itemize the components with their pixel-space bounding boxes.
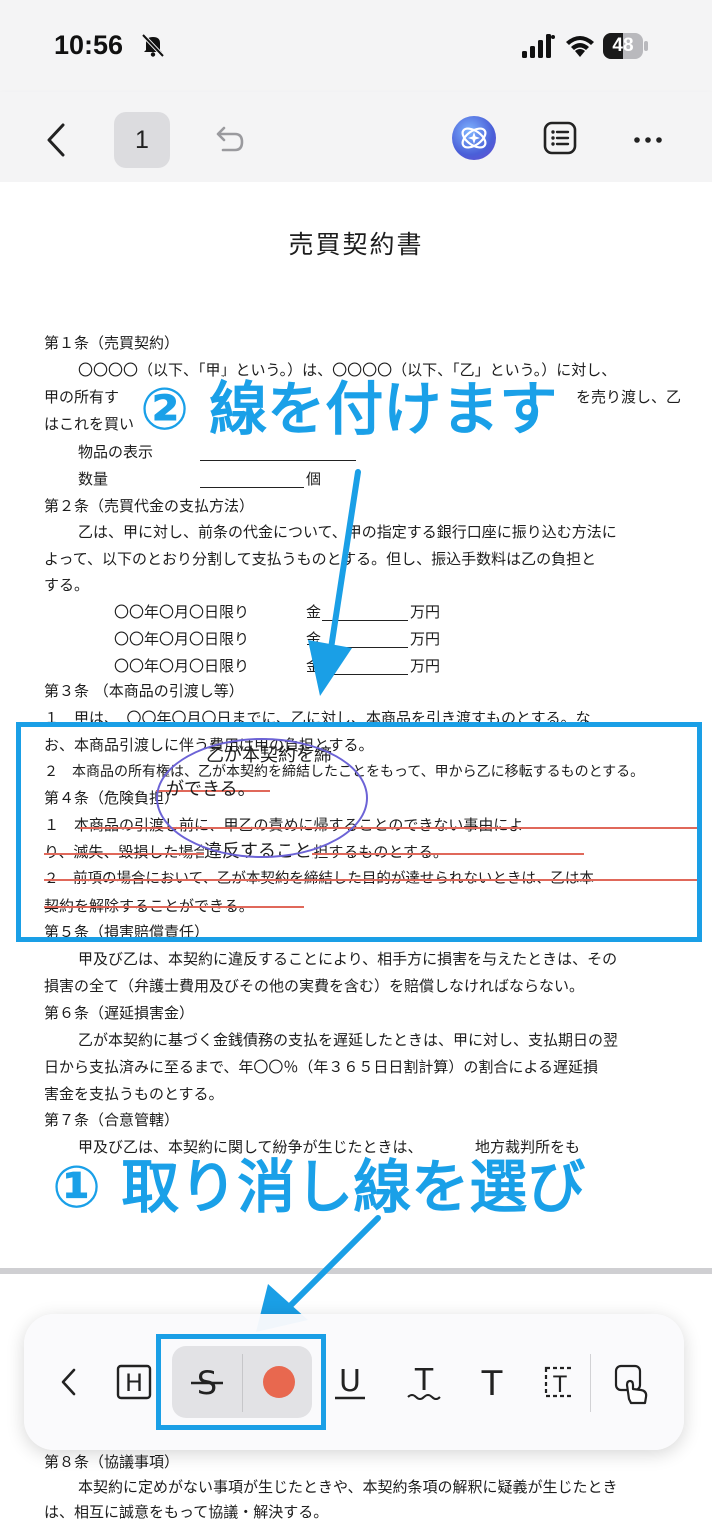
toolbar-back-button[interactable]	[46, 1360, 90, 1404]
doc-line: 万円	[410, 630, 441, 648]
textbox-icon: T	[544, 1366, 572, 1398]
ai-assistant-button[interactable]	[452, 116, 496, 160]
doc-line: 万円	[410, 603, 441, 621]
bell-muted-icon	[141, 33, 165, 58]
article-heading: 第６条（遅延損害金）	[44, 1004, 195, 1022]
article-heading: 第３条 （本商品の引渡し等）	[44, 682, 244, 700]
chevron-left-icon	[61, 1368, 76, 1396]
textbox-glyph: T	[552, 1373, 567, 1398]
page-number-button[interactable]: 1	[114, 112, 170, 168]
article-heading: 第７条（合意管轄）	[44, 1111, 180, 1129]
wifi-icon	[566, 36, 594, 57]
doc-line: 数量	[78, 470, 109, 488]
undo-button[interactable]	[208, 120, 248, 160]
more-options-button[interactable]	[626, 120, 670, 160]
cellular-signal-icon	[522, 34, 555, 58]
blank-underline	[200, 460, 356, 461]
highlight-glyph: H	[125, 1369, 143, 1397]
more-dots-icon	[634, 137, 662, 143]
article-heading: 第８条（協議事項）	[44, 1453, 180, 1471]
document-title: 売買契約書	[288, 230, 424, 259]
doc-line: は、相互に誠意をもって協議・解決する。	[44, 1503, 329, 1521]
highlight-tool-button[interactable]: H	[112, 1360, 156, 1404]
doc-line: する。	[44, 576, 90, 594]
squiggly-underline-tool-button[interactable]: T	[402, 1360, 446, 1404]
doc-line: 〇〇年〇月〇日限り	[114, 603, 250, 621]
tool-highlight-box	[156, 1334, 326, 1430]
touch-select-tool-button[interactable]	[608, 1360, 658, 1408]
textbox-tool-button[interactable]: T	[536, 1360, 572, 1404]
chevron-left-icon	[47, 123, 65, 157]
article-heading: 第２条（売買代金の支払方法）	[44, 497, 255, 515]
doc-line: を売り渡し、乙	[576, 388, 682, 406]
doc-line: 本契約に定めがない事項が生じたときや、本契約条項の解釈に疑義が生じたとき	[78, 1478, 618, 1496]
doc-line: 乙が本契約に基づく金銭債務の支払を遅延したときは、甲に対し、支払期日の翌	[78, 1031, 619, 1049]
back-button[interactable]	[36, 120, 76, 160]
blank-underline	[200, 487, 304, 488]
squiggle-glyph: T	[414, 1363, 434, 1398]
doc-line: 万円	[410, 657, 441, 675]
text-icon: T	[481, 1364, 503, 1402]
doc-line: 〇〇年〇月〇日限り	[114, 630, 250, 648]
doc-line: 害金を支払うものとする。	[44, 1085, 224, 1103]
doc-line: 甲の所有す	[44, 388, 120, 406]
squiggly-underline-icon: T	[407, 1363, 441, 1400]
hand-pointer-icon	[614, 1364, 648, 1405]
article-heading: 第１条（売買契約）	[44, 334, 180, 352]
doc-line: 〇〇年〇月〇日限り	[114, 657, 250, 675]
doc-line: 日から支払済みに至るまで、年〇〇％（年３６５日日割計算）の割合による遅延損	[44, 1058, 598, 1076]
outline-list-button[interactable]	[540, 118, 580, 158]
text-glyph: T	[481, 1364, 503, 1402]
status-time: 10:56	[54, 30, 124, 60]
undo-icon	[216, 126, 244, 152]
doc-line: はこれを買い	[44, 415, 135, 433]
underline-icon: U	[335, 1364, 365, 1400]
arrow-down-icon	[308, 469, 361, 696]
battery-level: 48	[612, 35, 634, 56]
underline-glyph: U	[339, 1364, 361, 1399]
tool-divider	[590, 1354, 591, 1412]
annotation-highlight-box	[16, 722, 702, 942]
list-icon	[543, 121, 577, 155]
text-tool-button[interactable]: T	[470, 1360, 514, 1404]
underline-tool-button[interactable]: U	[328, 1360, 372, 1404]
doc-line: 甲及び乙は、本契約に違反することにより、相手方に損害を与えたときは、その	[78, 950, 618, 968]
battery-icon: 48	[603, 33, 649, 59]
app-toolbar	[0, 92, 712, 182]
doc-line: 損害の全て（弁護士費用及びその他の実費を含む）を賠償しなければならない。	[44, 977, 585, 995]
highlight-icon: H	[116, 1364, 152, 1400]
ai-sparkle-icon	[461, 127, 487, 149]
step2-callout: ② 線を付けます	[140, 375, 558, 443]
